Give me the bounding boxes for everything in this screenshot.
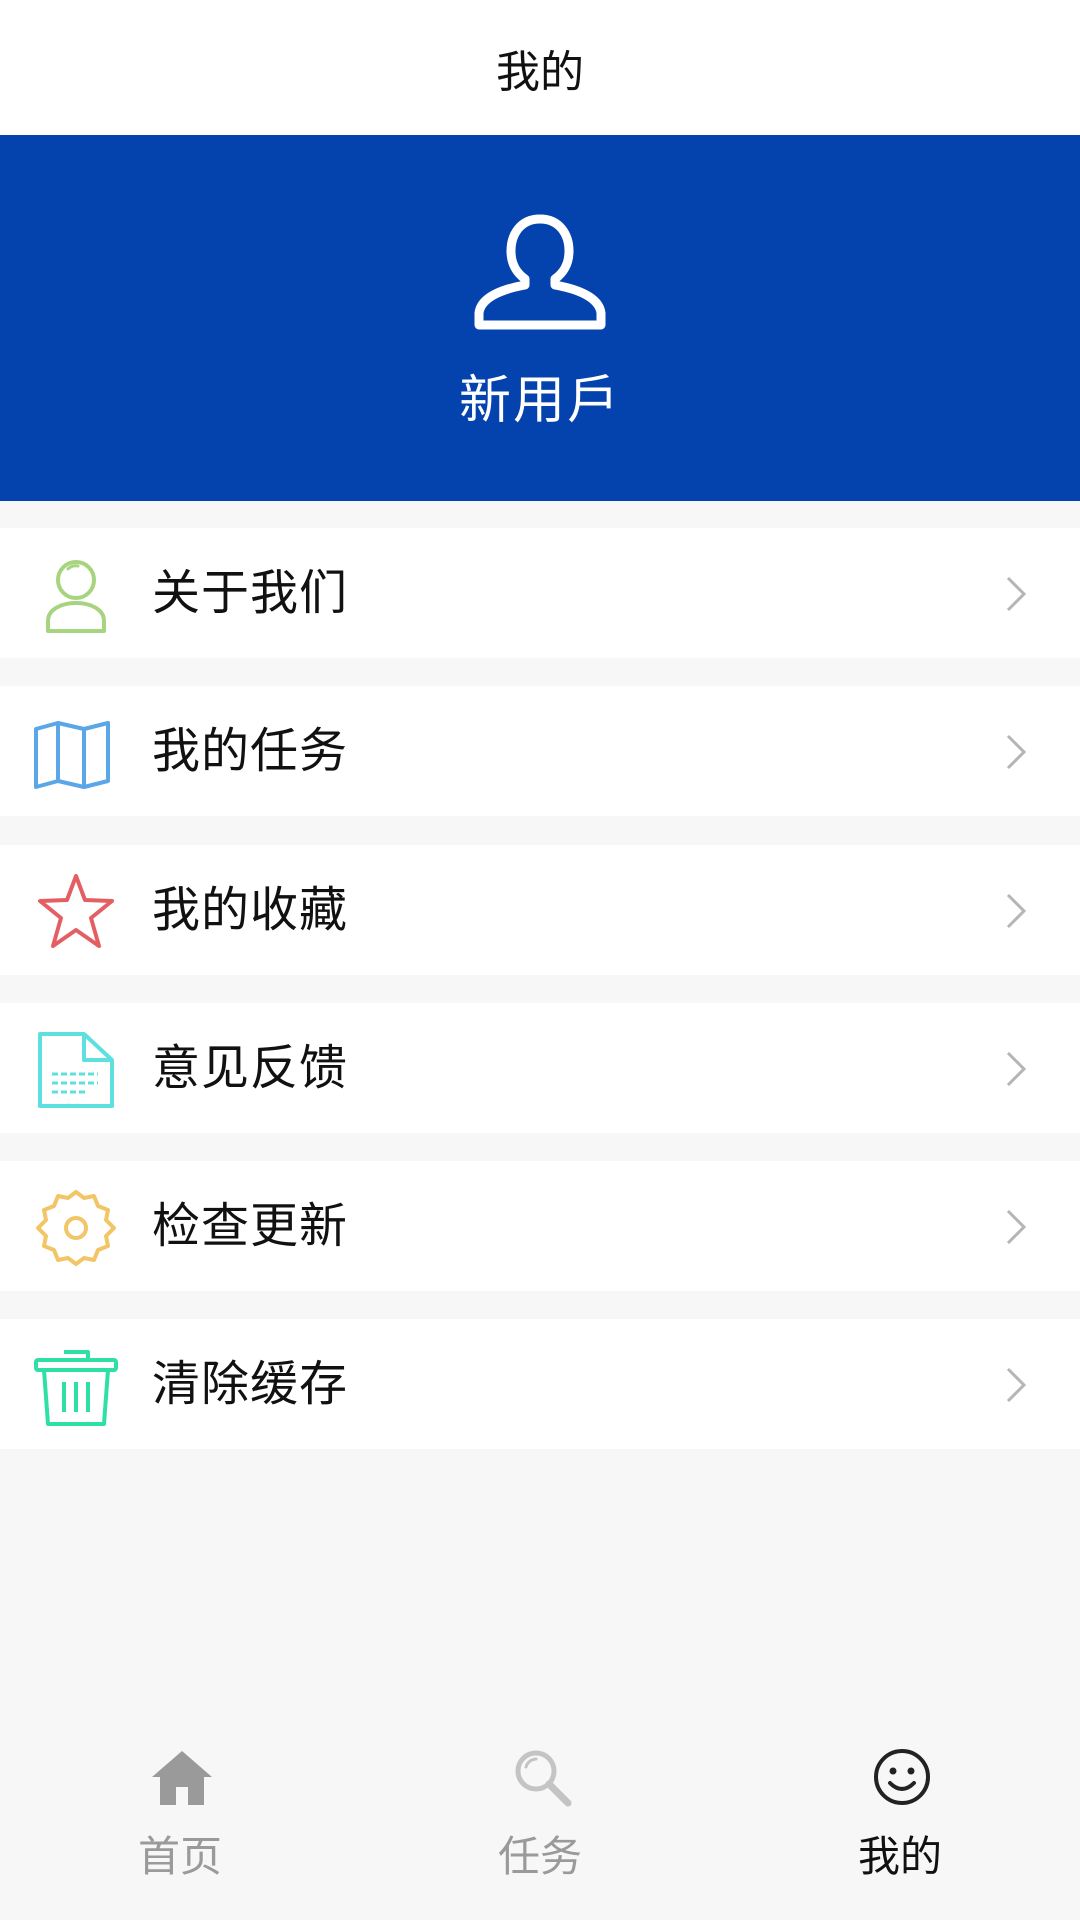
chevron-right-icon: [1006, 1209, 1027, 1245]
menu-item-my-favorites[interactable]: 我的收藏: [0, 845, 1080, 975]
menu-label: 清除缓存: [152, 1356, 349, 1412]
username: 新用戶: [458, 371, 621, 431]
trash-icon: [34, 1350, 118, 1426]
person-icon: [46, 560, 106, 633]
top-bar: 我的: [0, 0, 1080, 135]
menu-label: 检查更新: [152, 1198, 349, 1254]
user-outline-icon: [474, 214, 606, 330]
chevron-right-icon: [1006, 1367, 1027, 1403]
menu-label: 关于我们: [152, 565, 349, 621]
gear-icon: [36, 1190, 116, 1266]
tab-mine[interactable]: 我的: [720, 1735, 1080, 1920]
menu-label: 意见反馈: [152, 1040, 349, 1096]
menu-item-about-us[interactable]: 关于我们: [0, 528, 1080, 658]
menu-label: 我的收藏: [152, 882, 349, 938]
page-title: 我的: [496, 46, 584, 98]
smiley-icon: [874, 1749, 930, 1805]
star-icon: [38, 874, 114, 948]
chevron-right-icon: [1006, 734, 1027, 770]
tab-label: 首页: [137, 1832, 222, 1881]
search-icon: [515, 1750, 572, 1807]
bottom-tab-bar: 首页 任务 我的: [0, 1735, 1080, 1920]
profile-banner[interactable]: 新用戶: [0, 135, 1080, 501]
menu-item-my-tasks[interactable]: 我的任务: [0, 686, 1080, 816]
tab-home[interactable]: 首页: [0, 1735, 360, 1920]
home-icon: [152, 1751, 212, 1805]
map-icon: [34, 721, 110, 789]
menu-label: 我的任务: [152, 723, 349, 779]
menu-item-clear-cache[interactable]: 清除缓存: [0, 1319, 1080, 1449]
tab-tasks[interactable]: 任务: [360, 1735, 720, 1920]
menu-item-check-update[interactable]: 检查更新: [0, 1161, 1080, 1291]
tab-label: 任务: [497, 1832, 582, 1881]
chevron-right-icon: [1006, 1051, 1027, 1087]
menu-item-feedback[interactable]: 意见反馈: [0, 1003, 1080, 1133]
chevron-right-icon: [1006, 576, 1027, 612]
chevron-right-icon: [1006, 893, 1027, 929]
tab-label: 我的: [857, 1832, 942, 1881]
document-icon: [38, 1032, 114, 1108]
